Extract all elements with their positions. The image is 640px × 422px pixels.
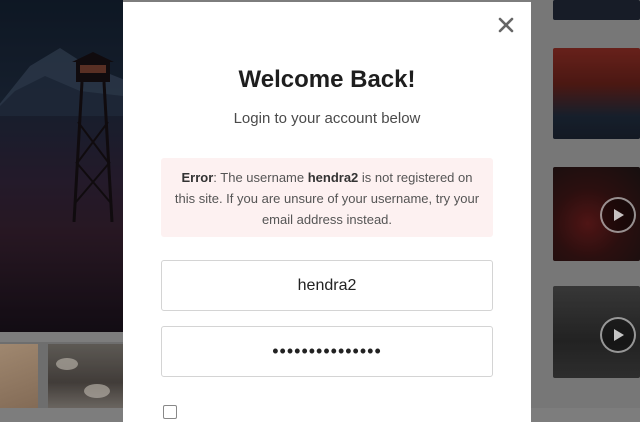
play-icon[interactable] <box>600 317 636 353</box>
overlay-dim <box>0 0 123 332</box>
modal-title: Welcome Back! <box>238 66 416 93</box>
hero-image <box>0 0 123 332</box>
close-icon[interactable] <box>497 16 515 34</box>
password-input[interactable] <box>161 326 493 377</box>
thumbnail-image[interactable] <box>0 344 38 408</box>
remember-me-checkbox[interactable] <box>163 405 177 419</box>
video-card[interactable] <box>553 0 640 20</box>
play-icon[interactable] <box>600 197 636 233</box>
modal-subtitle: Login to your account below <box>233 110 421 127</box>
error-username: hendra2 <box>307 170 359 185</box>
error-text-before: : The username <box>213 170 308 185</box>
video-card[interactable] <box>553 286 640 378</box>
video-card[interactable] <box>553 167 640 261</box>
video-card[interactable] <box>553 48 640 139</box>
thumbnail-image[interactable] <box>48 344 123 408</box>
username-input[interactable] <box>161 260 493 311</box>
login-modal: Welcome Back! Login to your account belo… <box>123 2 531 422</box>
error-label: Error <box>181 170 214 185</box>
error-message: Error: The username hendra2 is not regis… <box>161 158 493 237</box>
